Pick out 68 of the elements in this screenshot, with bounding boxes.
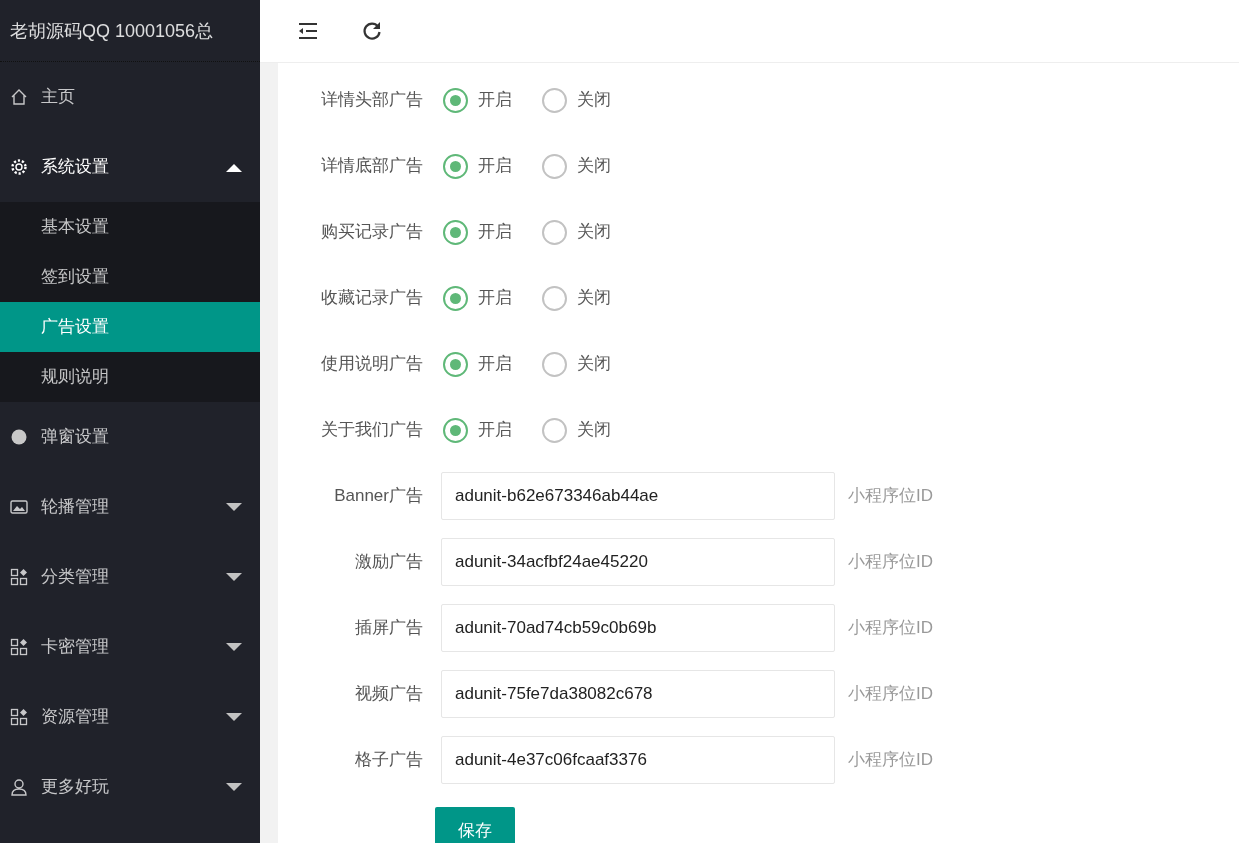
sidebar-item[interactable]: 分类管理 [0,542,260,612]
field-label: 格子广告 [354,749,424,772]
hint-text: 小程序位ID [848,749,933,772]
image-icon [10,498,28,516]
radio-button[interactable] [443,87,468,113]
input-field[interactable]: adunit-75fe7da38082c678 [441,670,835,718]
circle-icon [10,428,28,446]
sidebar-item[interactable]: 更多好玩 [0,752,260,822]
input-field[interactable]: adunit-b62e673346ab44ae [441,472,835,520]
field-label: 使用说明广告 [320,353,424,376]
sidebar-item[interactable]: 资源管理 [0,682,260,752]
radio-label[interactable]: 开启 [478,87,512,113]
sidebar-item[interactable]: 轮播管理 [0,472,260,542]
hint-text: 小程序位ID [848,683,933,706]
radio-label[interactable]: 关闭 [577,153,611,179]
radio-button[interactable] [542,87,567,113]
radio-button[interactable] [443,351,468,377]
submenu-item[interactable]: 签到设置 [0,252,260,302]
hint-text: 小程序位ID [848,551,933,574]
sidebar-item[interactable]: 卡密管理 [0,612,260,682]
radio-label[interactable]: 关闭 [577,417,611,443]
radio-button[interactable] [443,285,468,311]
field-label: 购买记录广告 [320,221,424,244]
field-label: 关于我们广告 [320,419,424,442]
user-icon [10,778,28,796]
radio-button[interactable] [443,417,468,443]
field-label: 详情底部广告 [320,155,424,178]
radio-label[interactable]: 开启 [478,153,512,179]
input-field[interactable]: adunit-4e37c06fcaaf3376 [441,736,835,784]
sidebar-item[interactable]: 系统设置 [0,132,260,202]
radio-button[interactable] [542,351,567,377]
radio-label[interactable]: 关闭 [577,351,611,377]
radio-label[interactable]: 关闭 [577,285,611,311]
field-label: 插屏广告 [354,617,424,640]
save-button[interactable]: 保存 [435,807,515,843]
field-label: 详情头部广告 [320,89,424,112]
sidebar-item[interactable]: 弹窗设置 [0,402,260,472]
field-label: 视频广告 [354,683,424,706]
submenu-item[interactable]: 规则说明 [0,352,260,402]
refresh-icon[interactable] [361,20,383,42]
radio-button[interactable] [443,153,468,179]
field-label: Banner广告 [333,485,424,508]
input-field[interactable]: adunit-70ad74cb59c0b69b [441,604,835,652]
radio-label[interactable]: 开启 [478,285,512,311]
grid-icon [10,638,28,656]
radio-button[interactable] [542,417,567,443]
radio-button[interactable] [443,219,468,245]
grid-icon [10,708,28,726]
radio-button[interactable] [542,285,567,311]
sidebar-item[interactable]: 主页 [0,62,260,132]
hint-text: 小程序位ID [848,485,933,508]
menu-collapse-icon[interactable] [297,20,319,42]
radio-label[interactable]: 开启 [478,219,512,245]
radio-label[interactable]: 开启 [478,351,512,377]
submenu-item[interactable]: 基本设置 [0,202,260,252]
grid-icon [10,568,28,586]
field-label: 收藏记录广告 [320,287,424,310]
radio-button[interactable] [542,153,567,179]
field-label: 激励广告 [354,551,424,574]
submenu-item[interactable]: 广告设置 [0,302,260,352]
input-field[interactable]: adunit-34acfbf24ae45220 [441,538,835,586]
radio-button[interactable] [542,219,567,245]
hint-text: 小程序位ID [848,617,933,640]
radio-label[interactable]: 关闭 [577,87,611,113]
settings-icon [10,158,28,176]
home-icon [10,88,28,106]
radio-label[interactable]: 开启 [478,417,512,443]
radio-label[interactable]: 关闭 [577,219,611,245]
